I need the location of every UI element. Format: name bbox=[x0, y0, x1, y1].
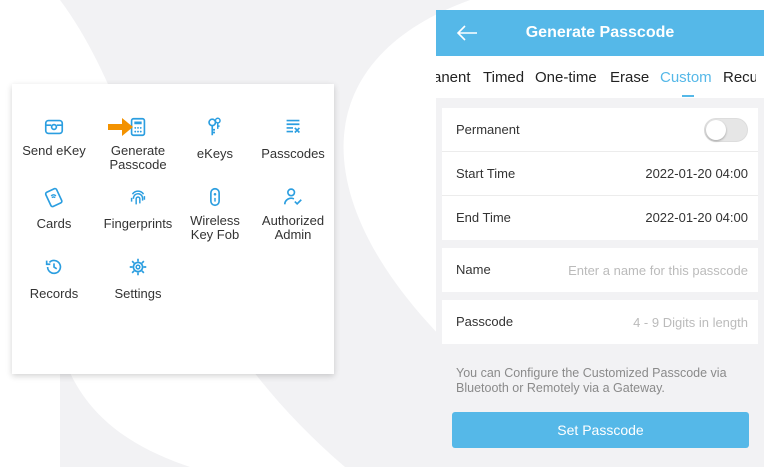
active-tab-indicator bbox=[682, 95, 694, 97]
end-time-row[interactable]: End Time 2022-01-20 04:00 bbox=[442, 196, 758, 240]
end-time-value: 2022-01-20 04:00 bbox=[645, 210, 748, 225]
settings-icon bbox=[129, 258, 147, 276]
passcode-input[interactable] bbox=[538, 311, 748, 333]
tabs-edge-fade bbox=[756, 56, 764, 98]
passcode-label: Passcode bbox=[456, 314, 514, 329]
menu-item-label: Authorized Admin bbox=[261, 213, 325, 242]
time-settings-card: Permanent Start Time 2022-01-20 04:00 En… bbox=[442, 108, 758, 240]
menu-item-label: Records bbox=[29, 286, 79, 301]
key-fob-icon bbox=[210, 187, 220, 207]
menu-item-ekeys[interactable]: eKeys bbox=[173, 116, 257, 161]
name-input[interactable] bbox=[538, 259, 748, 281]
tab-permanent[interactable]: anent bbox=[436, 69, 471, 86]
permanent-label: Permanent bbox=[456, 122, 520, 137]
menu-item-label: Settings bbox=[114, 286, 162, 301]
send-ekey-icon bbox=[44, 119, 64, 135]
arrow-pointer-icon bbox=[108, 118, 133, 136]
menu-item-wireless-key-fob[interactable]: Wireless Key Fob bbox=[173, 186, 257, 242]
lock-menu-panel: Send eKey Generate Passcode eKeys Passco… bbox=[12, 84, 334, 374]
start-time-value: 2022-01-20 04:00 bbox=[645, 166, 748, 181]
records-icon bbox=[45, 259, 62, 275]
name-row: Name bbox=[442, 248, 758, 292]
end-time-label: End Time bbox=[456, 210, 511, 225]
set-passcode-button[interactable]: Set Passcode bbox=[452, 412, 749, 448]
menu-item-authorized-admin[interactable]: Authorized Admin bbox=[251, 186, 335, 242]
menu-item-label: eKeys bbox=[196, 146, 234, 161]
menu-item-cards[interactable]: Cards bbox=[12, 186, 96, 231]
menu-item-records[interactable]: Records bbox=[12, 256, 96, 301]
tab-erase[interactable]: Erase bbox=[610, 69, 649, 86]
start-time-row[interactable]: Start Time 2022-01-20 04:00 bbox=[442, 152, 758, 196]
page-title: Generate Passcode bbox=[525, 24, 675, 41]
authorized-admin-icon bbox=[283, 188, 302, 206]
generate-passcode-screen: Generate Passcode anent Timed One-time E… bbox=[436, 10, 764, 467]
tab-recurring[interactable]: Recu bbox=[723, 69, 758, 86]
menu-item-label: Wireless Key Fob bbox=[190, 213, 240, 242]
passcodes-list-icon bbox=[286, 119, 301, 134]
toggle-knob bbox=[706, 120, 726, 140]
tab-one-time[interactable]: One-time bbox=[535, 69, 597, 86]
menu-item-label: Send eKey bbox=[22, 143, 86, 158]
menu-item-label: Generate Passcode bbox=[109, 143, 167, 172]
passcode-type-tabs: anent Timed One-time Erase Custom Recu bbox=[436, 56, 764, 98]
configuration-note: You can Configure the Customized Passcod… bbox=[456, 366, 727, 395]
menu-item-send-ekey[interactable]: Send eKey bbox=[12, 116, 96, 158]
name-card: Name bbox=[442, 248, 758, 292]
menu-item-label: Cards bbox=[36, 216, 72, 231]
keys-icon bbox=[208, 117, 221, 136]
menu-item-settings[interactable]: Settings bbox=[96, 256, 180, 301]
permanent-row: Permanent bbox=[442, 108, 758, 152]
header-bar: Generate Passcode bbox=[436, 10, 764, 56]
menu-item-label: Passcodes bbox=[261, 146, 325, 161]
card-icon bbox=[44, 187, 63, 208]
fingerprint-icon bbox=[130, 190, 146, 205]
passcode-card: Passcode bbox=[442, 300, 758, 344]
menu-item-label: Fingerprints bbox=[103, 216, 173, 231]
tab-custom[interactable]: Custom bbox=[660, 69, 712, 86]
permanent-toggle[interactable] bbox=[704, 118, 748, 142]
passcode-row: Passcode bbox=[442, 300, 758, 344]
name-label: Name bbox=[456, 262, 491, 277]
start-time-label: Start Time bbox=[456, 166, 516, 181]
menu-item-passcodes[interactable]: Passcodes bbox=[251, 116, 335, 161]
tab-timed[interactable]: Timed bbox=[483, 69, 524, 86]
menu-item-fingerprints[interactable]: Fingerprints bbox=[96, 186, 180, 231]
